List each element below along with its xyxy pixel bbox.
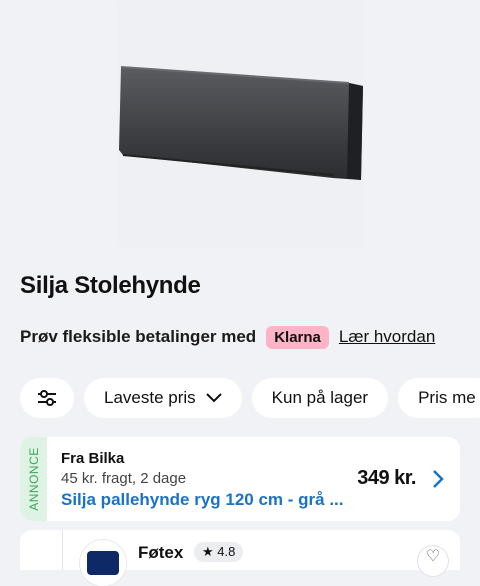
learn-how-link[interactable]: Lær hvordan <box>339 327 435 347</box>
filter-bar: Laveste pris Kun på lager Pris me <box>20 378 480 418</box>
store-offer[interactable]: Føtex ★ 4.8 ♡ <box>20 530 460 586</box>
klarna-text: Prøv fleksible betalinger med <box>20 327 257 346</box>
price-filter[interactable]: Pris me <box>398 378 480 418</box>
offer-price: 349 kr. <box>357 467 416 489</box>
rating-badge: ★ 4.8 <box>194 542 244 562</box>
klarna-promo: Prøv fleksible betalinger med Klarna Lær… <box>20 324 435 350</box>
ad-tag: ANNONCE <box>20 437 47 521</box>
divider <box>62 530 63 570</box>
favorite-button[interactable]: ♡ <box>418 546 448 576</box>
sort-dropdown[interactable]: Laveste pris <box>84 378 242 418</box>
chevron-right-icon[interactable] <box>432 469 444 494</box>
klarna-badge: Klarna <box>266 325 329 349</box>
ad-tag-label: ANNONCE <box>26 447 41 511</box>
sliders-icon <box>38 390 56 406</box>
store-logo <box>80 540 126 586</box>
chevron-down-icon <box>205 393 222 403</box>
offer-shipping: 45 kr. fragt, 2 dage <box>61 470 187 487</box>
filter-settings-button[interactable] <box>20 378 74 418</box>
offer-product-link[interactable]: Silja pallehynde ryg 120 cm - grå ... <box>61 490 344 510</box>
sponsored-offer[interactable]: ANNONCE Fra Bilka 45 kr. fragt, 2 dage S… <box>20 437 460 521</box>
in-stock-label: Kun på lager <box>271 388 369 407</box>
product-image[interactable] <box>117 0 364 247</box>
sort-label: Laveste pris <box>104 388 196 407</box>
store-name: Føtex <box>138 543 184 562</box>
page-title: Silja Stolehynde <box>20 272 201 299</box>
offer-store: Fra Bilka <box>61 450 125 467</box>
in-stock-filter[interactable]: Kun på lager <box>251 378 389 418</box>
price-filter-label: Pris me <box>418 388 476 407</box>
cushion-image <box>119 66 363 180</box>
